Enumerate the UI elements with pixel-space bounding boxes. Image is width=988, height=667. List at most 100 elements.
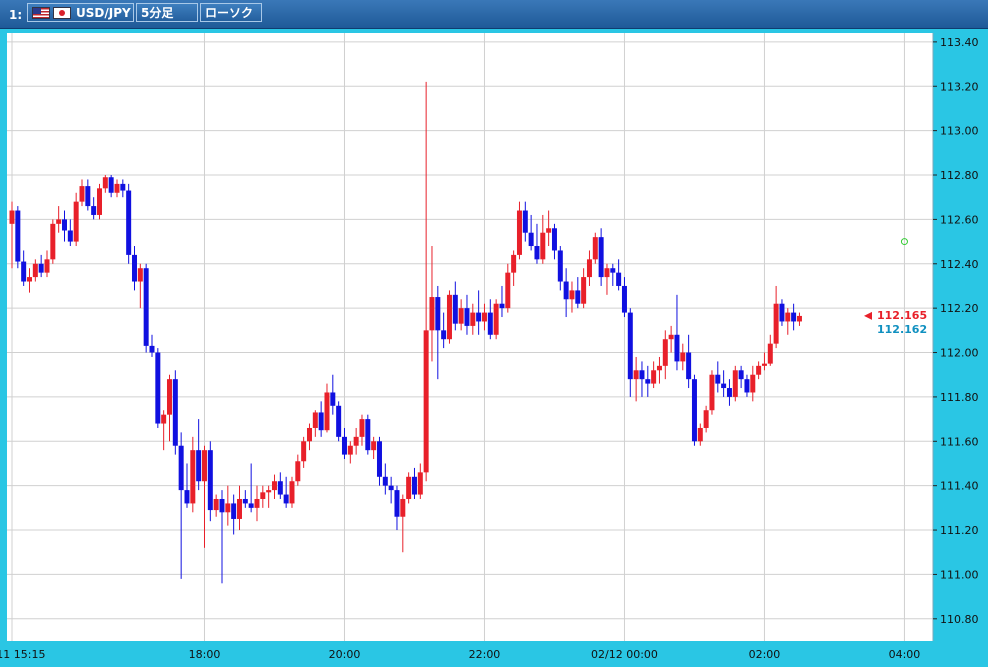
- x-tick-label: 04:00: [889, 648, 921, 661]
- candle-body: [505, 272, 511, 309]
- candle-body: [21, 261, 27, 282]
- interval-selector-button[interactable]: 5分足: [136, 3, 198, 22]
- candle-body: [429, 297, 435, 331]
- symbol-label: USD/JPY: [76, 6, 131, 20]
- candle-body: [680, 352, 686, 362]
- candle-body: [481, 312, 487, 322]
- candle-body: [201, 450, 207, 482]
- candle-body: [225, 503, 231, 513]
- candle-body: [767, 343, 773, 364]
- candle-body: [406, 476, 412, 499]
- candle-body: [610, 268, 616, 273]
- candle-body: [598, 237, 604, 278]
- candle-body: [656, 365, 662, 371]
- candle-body: [376, 441, 382, 477]
- candle-body: [674, 334, 680, 362]
- candle-body: [662, 339, 668, 366]
- candle-body: [697, 427, 703, 442]
- chart-toolbar: 1: USD/JPY 5分足 ローソク: [0, 0, 988, 29]
- x-tick-label: 02/11 15:15: [0, 648, 45, 661]
- candle-body: [616, 272, 622, 286]
- candle-body: [149, 345, 155, 353]
- candle-body: [213, 498, 219, 511]
- candle-body: [756, 365, 762, 375]
- candle-body: [627, 312, 633, 380]
- candle-body: [796, 315, 802, 322]
- candle-body: [446, 294, 452, 340]
- candle-body: [394, 490, 400, 517]
- candle-body: [493, 303, 499, 335]
- candle-body: [773, 303, 779, 344]
- x-tick-label: 20:00: [329, 648, 361, 661]
- candle-body: [639, 370, 645, 380]
- y-tick-label: 113.20: [940, 80, 979, 93]
- candle-body: [476, 312, 482, 322]
- candle-body: [744, 379, 750, 393]
- panel-number: 1:: [9, 8, 23, 22]
- candle-body: [131, 254, 137, 282]
- candle-body: [750, 374, 756, 393]
- candle-body: [178, 445, 184, 491]
- candle-body: [347, 445, 353, 455]
- candle-body: [161, 414, 167, 424]
- chart-window: 1: USD/JPY 5分足 ローソク 113.40 113.20 113.00 11…: [0, 0, 988, 667]
- y-tick-label: 112.20: [940, 302, 979, 315]
- candle-body: [371, 441, 377, 451]
- candle-body: [621, 285, 627, 313]
- candle-body: [102, 177, 108, 189]
- x-axis: 02/11 15:15 18:00 20:00 22:00 02/12 00:00 02:…: [0, 648, 920, 661]
- candle-body: [155, 352, 161, 424]
- candle-body: [487, 312, 493, 335]
- chart-type-selector-button[interactable]: ローソク: [200, 3, 262, 22]
- y-axis: 113.40 113.20 113.00 112.80 112.60 112.40 112.…: [932, 33, 979, 641]
- candle-body: [67, 230, 73, 242]
- jp-flag-icon: [53, 7, 71, 19]
- candle-body: [289, 481, 295, 504]
- y-tick-label: 112.60: [940, 213, 979, 226]
- candle-body: [277, 481, 283, 495]
- candle-body: [324, 392, 330, 431]
- candle-body: [400, 498, 406, 517]
- candlestick-chart[interactable]: 113.40 113.20 113.00 112.80 112.60 112.40 112.…: [0, 28, 988, 667]
- y-tick-label: 110.80: [940, 613, 979, 626]
- candle-body: [417, 472, 423, 495]
- candle-body: [633, 370, 639, 380]
- candle-body: [236, 498, 242, 519]
- candle-body: [184, 490, 190, 504]
- candle-body: [231, 503, 237, 519]
- candle-body: [586, 259, 592, 278]
- candle-body: [248, 503, 254, 508]
- candle-body: [26, 277, 32, 282]
- candle-body: [563, 281, 569, 300]
- candle-body: [779, 303, 785, 322]
- candle-body: [791, 312, 797, 322]
- candle-body: [411, 476, 417, 495]
- y-tick-label: 112.80: [940, 169, 979, 182]
- x-tick-label: 22:00: [469, 648, 501, 661]
- candle-body: [458, 308, 464, 324]
- candle-body: [260, 492, 266, 499]
- x-tick-label: 02/12 00:00: [591, 648, 658, 661]
- candle-body: [441, 330, 447, 340]
- y-tick-label: 111.00: [940, 568, 979, 581]
- candle-body: [557, 250, 563, 282]
- candle-body: [91, 206, 97, 215]
- candle-body: [645, 379, 651, 384]
- y-tick-label: 112.00: [940, 347, 979, 360]
- candle-body: [691, 379, 697, 442]
- candle-body: [668, 334, 674, 340]
- y-tick-label: 112.40: [940, 258, 979, 271]
- candle-body: [353, 436, 359, 446]
- candle-body: [785, 312, 791, 322]
- candle-body: [732, 370, 738, 397]
- candle-body: [726, 388, 732, 397]
- candle-body: [686, 352, 692, 380]
- candle-body: [499, 303, 505, 309]
- symbol-selector-button[interactable]: USD/JPY: [27, 3, 134, 22]
- x-tick-label: 02:00: [749, 648, 781, 661]
- candle-body: [703, 410, 709, 428]
- y-tick-label: 113.00: [940, 125, 979, 138]
- us-flag-icon: [32, 7, 50, 19]
- candle-body: [254, 498, 260, 508]
- candle-body: [15, 210, 21, 262]
